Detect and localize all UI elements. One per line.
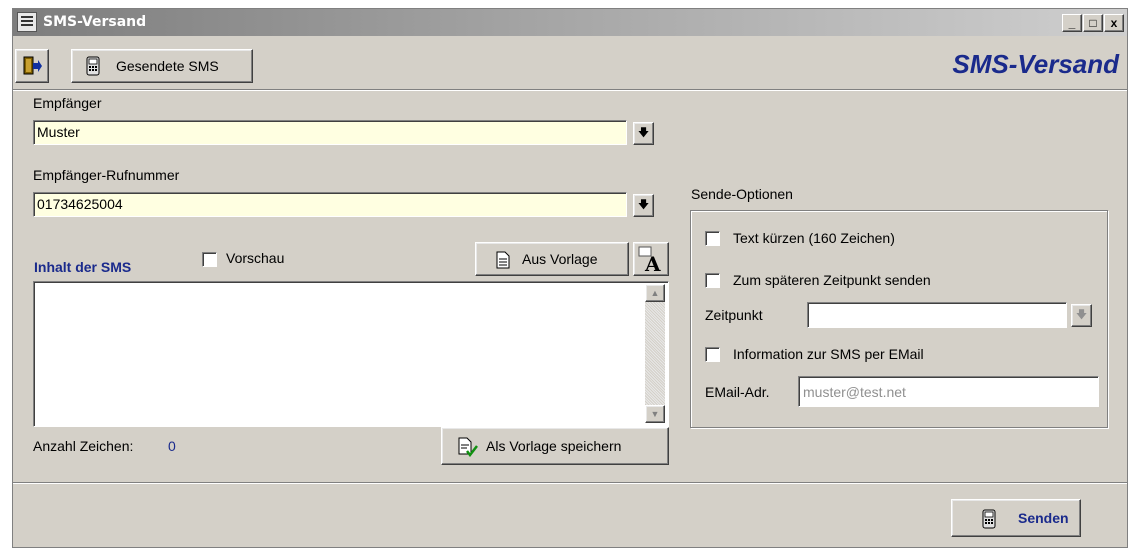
char-count-label: Anzahl Zeichen: — [33, 438, 134, 454]
message-textarea[interactable] — [33, 281, 669, 427]
recipient-dropdown-button[interactable]: 🡇 — [633, 122, 654, 145]
email-address-label: EMail-Adr. — [705, 384, 770, 400]
email-info-checkbox[interactable] — [705, 347, 720, 362]
phone-icon — [86, 56, 100, 76]
document-icon — [496, 251, 510, 269]
arrow-up-icon: ▲ — [650, 288, 660, 298]
recipient-field[interactable]: Muster — [33, 120, 627, 145]
save-template-label: Als Vorlage speichern — [486, 438, 622, 454]
time-field[interactable] — [807, 302, 1067, 328]
sent-sms-label: Gesendete SMS — [116, 58, 219, 74]
brand-title: SMS-Versand — [952, 49, 1119, 79]
email-address-field[interactable]: muster@test.net — [798, 376, 1099, 407]
send-options-title: Sende-Optionen — [691, 186, 793, 202]
arrow-down-icon: 🡇 — [1075, 309, 1088, 321]
send-label: Senden — [1018, 510, 1069, 526]
close-button[interactable]: x — [1104, 14, 1124, 32]
phone-label: Empfänger-Rufnummer — [33, 167, 180, 183]
save-template-button[interactable]: Als Vorlage speichern — [441, 427, 669, 465]
from-template-button[interactable]: Aus Vorlage — [475, 242, 629, 276]
message-label: Inhalt der SMS — [34, 259, 132, 275]
scroll-down-button[interactable]: ▼ — [645, 405, 665, 423]
exit-button[interactable] — [15, 49, 49, 83]
maximize-button[interactable]: □ — [1083, 14, 1103, 32]
time-dropdown-button[interactable]: 🡇 — [1071, 304, 1092, 327]
send-button[interactable]: Senden — [951, 499, 1081, 537]
exit-door-icon — [23, 56, 42, 75]
window-title: SMS-Versand — [43, 14, 147, 30]
shorten-text-checkbox[interactable] — [705, 231, 720, 246]
email-placeholder: muster@test.net — [803, 384, 906, 400]
sent-sms-button[interactable]: Gesendete SMS — [71, 49, 253, 83]
arrow-down-icon: 🡇 — [637, 127, 650, 139]
title-bar[interactable]: SMS-Versand _ □ x — [13, 9, 1127, 36]
font-icon: A — [638, 246, 661, 272]
scroll-up-button[interactable]: ▲ — [645, 284, 665, 302]
sms-versand-window: SMS-Versand _ □ x Gesendete SMS SMS-Vers… — [12, 8, 1128, 548]
send-later-checkbox[interactable] — [705, 273, 720, 288]
footer-divider — [13, 482, 1127, 484]
preview-checkbox[interactable] — [202, 252, 217, 267]
shorten-text-label: Text kürzen (160 Zeichen) — [733, 230, 895, 246]
phone-field[interactable]: 01734625004 — [33, 192, 627, 217]
from-template-label: Aus Vorlage — [522, 251, 598, 267]
email-info-label: Information zur SMS per EMail — [733, 346, 924, 362]
minimize-button[interactable]: _ — [1062, 14, 1082, 32]
save-template-icon — [458, 437, 478, 457]
preview-label: Vorschau — [226, 250, 285, 266]
font-button[interactable]: A — [633, 242, 669, 276]
recipient-label: Empfänger — [33, 95, 102, 111]
arrow-down-icon: ▼ — [650, 409, 660, 419]
char-count-value: 0 — [168, 438, 176, 454]
send-later-label: Zum späteren Zeitpunkt senden — [733, 272, 931, 288]
toolbar-divider — [13, 89, 1127, 91]
svg-text:A: A — [644, 252, 661, 272]
message-scrollbar[interactable]: ▲ ▼ — [645, 284, 665, 423]
arrow-down-icon: 🡇 — [637, 199, 650, 211]
app-icon — [17, 12, 37, 32]
phone-dropdown-button[interactable]: 🡇 — [633, 194, 654, 217]
time-label: Zeitpunkt — [705, 307, 763, 323]
phone-icon — [982, 509, 996, 529]
